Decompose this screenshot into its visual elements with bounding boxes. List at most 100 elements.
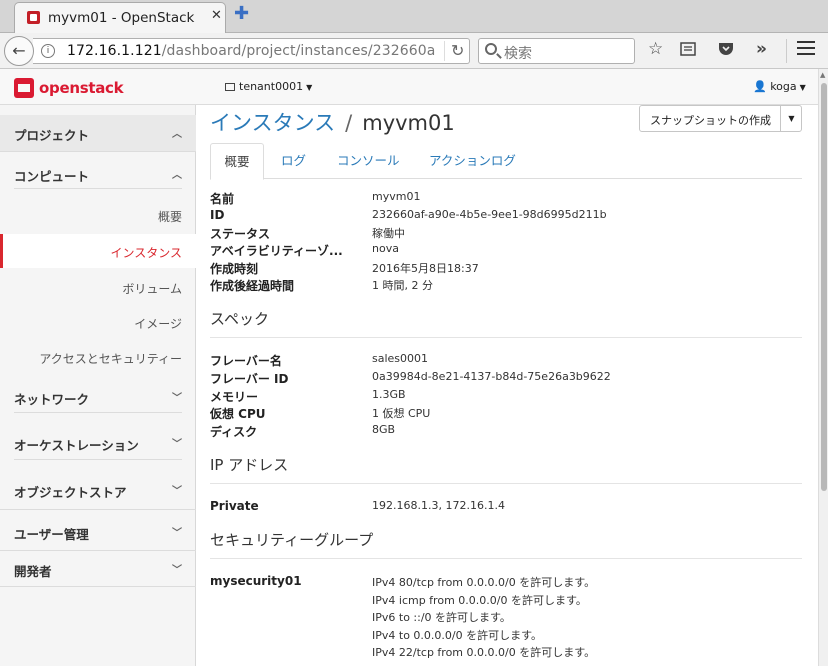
- field-label: フレーバー名: [210, 354, 282, 368]
- sidebar-divider: [14, 412, 182, 413]
- tab-log[interactable]: ログ: [281, 143, 306, 179]
- field-label: 名前: [210, 192, 235, 206]
- sidebar-item-images[interactable]: イメージ: [0, 315, 196, 332]
- sidebar-item-label: ネットワーク: [14, 392, 90, 407]
- sidebar-item-label: オーケストレーション: [14, 438, 139, 453]
- sidebar-item-developer[interactable]: 開発者 ﹀: [14, 561, 182, 580]
- breadcrumb-instances-link[interactable]: インスタンス: [210, 111, 335, 135]
- back-button[interactable]: ←: [4, 36, 34, 66]
- security-rule: IPv4 80/tcp from 0.0.0.0/0 を許可します。: [372, 576, 596, 589]
- search-placeholder: 検索: [504, 46, 532, 62]
- sidebar-item-access-security[interactable]: アクセスとセキュリティー: [0, 350, 196, 367]
- chevron-down-icon: ﹀: [172, 486, 182, 497]
- chevron-down-icon: ﹀: [172, 393, 182, 404]
- sidebar-divider: [0, 509, 196, 510]
- instance-tabs: 概要 ログ コンソール アクションログ: [210, 143, 802, 180]
- field-value: 2016年5月8日18:37: [372, 262, 479, 275]
- tenant-name: tenant0001: [239, 80, 304, 93]
- field-value: 8GB: [372, 423, 396, 436]
- actions-caret-down-icon[interactable]: ▼: [780, 106, 802, 131]
- toolbar-divider: [786, 39, 787, 63]
- url-path: /dashboard/project/instances/232660a: [161, 43, 436, 59]
- scrollbar-thumb[interactable]: [821, 83, 827, 491]
- sidebar-item-project[interactable]: プロジェクト ︿: [14, 125, 182, 144]
- sidebar-item-instances[interactable]: インスタンス: [0, 244, 196, 261]
- sidebar-item-overview[interactable]: 概要: [0, 208, 196, 225]
- scroll-up-icon[interactable]: ▲: [820, 71, 825, 79]
- field-label: 作成後経過時間: [210, 279, 295, 293]
- field-value: 1.3GB: [372, 388, 406, 401]
- browser-nav-bar: i 172.16.1.121/dashboard/project/instanc…: [0, 33, 828, 69]
- tab-action-log[interactable]: アクションログ: [429, 143, 516, 179]
- sidebar-item-object-store[interactable]: オブジェクトストア ﹀: [14, 482, 182, 501]
- browser-tab[interactable]: myvm01 - OpenStack ✕: [14, 2, 226, 33]
- field-label: Private: [210, 499, 259, 513]
- field-label: ディスク: [210, 425, 258, 439]
- caret-down-icon: ▼: [799, 83, 806, 92]
- security-rule: IPv4 22/tcp from 0.0.0.0/0 を許可します。: [372, 646, 596, 660]
- sidebar-divider: [0, 550, 196, 551]
- search-input[interactable]: 検索: [478, 38, 635, 64]
- security-rule: IPv6 to ::/0 を許可します。: [372, 611, 511, 625]
- breadcrumb-separator: /: [345, 111, 353, 135]
- sidebar-item-orchestration[interactable]: オーケストレーション ﹀: [14, 435, 182, 454]
- sidebar-item-volumes[interactable]: ボリューム: [0, 280, 196, 297]
- security-rule: IPv4 icmp from 0.0.0.0/0 を許可します。: [372, 593, 587, 607]
- openstack-logo-icon: [14, 78, 34, 98]
- caret-down-icon: ▼: [306, 83, 313, 92]
- openstack-header: openstack tenant0001 ▼ 👤 koga ▼: [0, 69, 818, 105]
- page-title: インスタンス / myvm01: [210, 107, 455, 137]
- url-text: 172.16.1.121/dashboard/project/instances…: [67, 43, 435, 59]
- create-snapshot-label: スナップショットの作成: [650, 114, 771, 127]
- sidebar-divider: [14, 459, 182, 460]
- field-label: 仮想 CPU: [210, 407, 266, 421]
- field-label: ステータス: [210, 227, 271, 241]
- tab-console[interactable]: コンソール: [337, 143, 400, 179]
- create-snapshot-button[interactable]: スナップショットの作成 ▼: [639, 105, 802, 132]
- chevron-down-icon: ﹀: [172, 528, 182, 539]
- tenant-dropdown[interactable]: tenant0001 ▼: [225, 80, 312, 93]
- section-title-spec: スペック: [210, 308, 802, 338]
- url-bar[interactable]: i 172.16.1.121/dashboard/project/instanc…: [33, 38, 470, 64]
- field-value: 0a39984d-8e21-4137-b84d-75e26a3b9622: [372, 370, 611, 383]
- info-icon[interactable]: i: [41, 44, 55, 58]
- field-label: ID: [210, 208, 225, 222]
- chevron-down-icon: ﹀: [172, 439, 182, 450]
- user-name: koga: [770, 80, 797, 93]
- field-value: sales0001: [372, 352, 429, 365]
- sidebar-item-label: プロジェクト: [14, 128, 90, 143]
- chevron-up-icon: ︿: [172, 170, 182, 181]
- user-dropdown[interactable]: 👤 koga ▼: [753, 80, 806, 93]
- tab-overview[interactable]: 概要: [210, 143, 264, 180]
- field-label: アベイラビリティーゾ...: [210, 244, 343, 258]
- pocket-icon[interactable]: [718, 42, 734, 60]
- user-icon: 👤: [753, 80, 767, 93]
- field-value: 1 仮想 CPU: [372, 407, 431, 420]
- page-scrollbar[interactable]: ▲: [818, 69, 828, 666]
- field-value: 232660af-a90e-4b5e-9ee1-98d6995d211b: [372, 208, 607, 221]
- field-value: myvm01: [372, 190, 421, 203]
- search-icon: [485, 43, 497, 55]
- section-title-security-groups: セキュリティーグループ: [210, 529, 802, 559]
- security-group-name: mysecurity01: [210, 574, 302, 588]
- new-tab-icon[interactable]: ✚: [234, 5, 249, 23]
- reload-icon[interactable]: ↻: [444, 41, 464, 61]
- sidebar-item-user-admin[interactable]: ユーザー管理 ﹀: [14, 524, 182, 543]
- url-host: 172.16.1.121: [67, 43, 162, 59]
- field-label: 作成時刻: [210, 262, 259, 276]
- field-label: メモリー: [210, 390, 259, 404]
- bookmark-star-icon[interactable]: ☆: [648, 41, 663, 58]
- hamburger-menu-icon[interactable]: [797, 41, 815, 57]
- sidebar-item-network[interactable]: ネットワーク ﹀: [14, 389, 182, 408]
- reading-list-icon[interactable]: [680, 42, 696, 60]
- security-group-rules: IPv4 80/tcp from 0.0.0.0/0 を許可します。 IPv4 …: [372, 574, 595, 662]
- sidebar-divider: [0, 586, 196, 587]
- sidebar-item-label: オブジェクトストア: [14, 485, 127, 500]
- sidebar-divider: [14, 188, 182, 189]
- sidebar-item-compute[interactable]: コンピュート ︿: [14, 166, 182, 185]
- close-tab-icon[interactable]: ✕: [211, 9, 222, 22]
- sidebar: プロジェクト ︿ コンピュート ︿ 概要 インスタンス ボリューム イメージ アクセ…: [0, 105, 196, 666]
- overflow-menu-icon[interactable]: »: [756, 41, 767, 58]
- sidebar-item-label: ユーザー管理: [14, 527, 89, 542]
- browser-tab-bar: myvm01 - OpenStack ✕ ✚: [0, 0, 828, 33]
